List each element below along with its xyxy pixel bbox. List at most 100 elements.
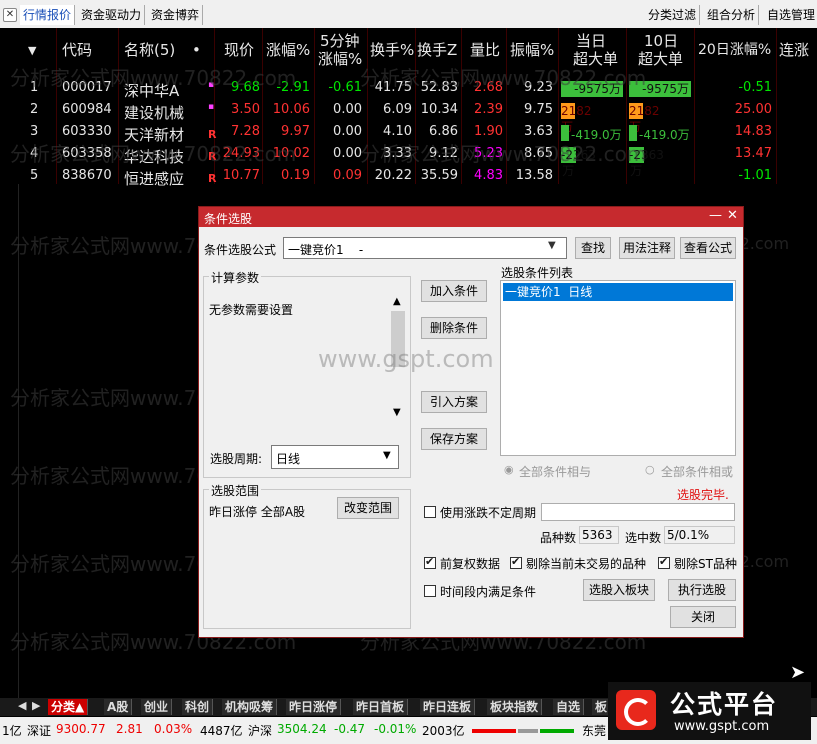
table-row[interactable]: 4 603358 华达科技 R 24.93 10.02 0.00 3.33 9.12 5.23 8.… xyxy=(18,144,817,178)
save-scheme-button[interactable]: 保存方案 xyxy=(421,428,487,450)
cell-ten: -419.0万 xyxy=(639,128,690,142)
radio-and-icon[interactable]: ◉ xyxy=(504,463,514,476)
close-icon[interactable]: ✕ xyxy=(727,208,738,223)
header-today-line1[interactable]: 当日 xyxy=(576,32,606,50)
header-code[interactable]: 代码 xyxy=(62,41,92,59)
cell-volratio: 2.68 xyxy=(474,80,503,95)
add-condition-button[interactable]: 加入条件 xyxy=(421,280,487,302)
period-value: 日线 xyxy=(276,452,301,466)
header-lian[interactable]: 连涨 xyxy=(779,41,809,59)
gspt-logo: 公式平台 www.gspt.com xyxy=(608,682,811,740)
header-amplitude[interactable]: 振幅% xyxy=(510,41,554,59)
dialog-titlebar[interactable]: 条件选股 — ✕ xyxy=(199,207,743,227)
header-name[interactable]: 名称(5) xyxy=(124,41,175,59)
btab-yesterday-consec[interactable]: 昨日连板 xyxy=(420,699,476,715)
header-pct20[interactable]: 20日涨幅% xyxy=(698,41,771,59)
arrow-right-icon[interactable]: ▶ xyxy=(32,699,40,712)
btab-institution[interactable]: 机构吸筹 xyxy=(222,699,278,715)
bar-ten: 2182万 xyxy=(629,103,660,134)
btab-yesterday-first[interactable]: 昨日首板 xyxy=(353,699,409,715)
cell-pct: 9.97 xyxy=(281,124,310,139)
status-right-text: 东莞 xyxy=(582,724,607,738)
radio-or-icon[interactable]: ○ xyxy=(645,463,655,476)
minimize-icon[interactable]: — xyxy=(709,208,722,223)
cell-turnover: 20.22 xyxy=(374,168,412,183)
header-ten-line1[interactable]: 10日 xyxy=(644,32,678,50)
tab-watchlist-mgmt[interactable]: 自选管理 xyxy=(764,5,817,25)
tab-capital-game[interactable]: 资金博弈 xyxy=(148,5,204,25)
cell-price: 9.68 xyxy=(231,80,260,95)
view-formula-button[interactable]: 查看公式 xyxy=(680,237,736,259)
condition-list[interactable]: 一键竞价1 日线 xyxy=(500,280,736,456)
close-icon[interactable]: ✕ xyxy=(3,8,17,22)
header-turnover[interactable]: 换手% xyxy=(370,41,414,59)
header-pct5-line2[interactable]: 涨幅% xyxy=(318,50,362,68)
uncertain-period-checkbox[interactable] xyxy=(424,506,436,518)
header-volratio[interactable]: 量比 xyxy=(470,41,500,59)
tab-combo-analysis[interactable]: 组合分析 xyxy=(704,5,760,25)
btab-ashare[interactable]: A股 xyxy=(104,699,133,715)
exclude-untraded-checkbox[interactable] xyxy=(510,555,522,569)
header-today-line2[interactable]: 超大单 xyxy=(573,50,618,68)
chevron-down-icon[interactable]: ▼ xyxy=(548,240,556,251)
bar-today: 2182万 xyxy=(561,103,592,134)
period-satisfy-checkbox[interactable] xyxy=(424,585,436,597)
tab-capital-drive[interactable]: 资金驱动力 xyxy=(78,5,146,25)
chevron-down-icon[interactable]: ▼ xyxy=(383,450,391,461)
close-button[interactable]: 关闭 xyxy=(670,606,736,628)
no-params-text: 无参数需要设置 xyxy=(209,303,294,317)
btab-sector-index[interactable]: 板块指数 xyxy=(487,699,543,715)
list-item[interactable]: 一键竞价1 日线 xyxy=(503,283,733,301)
btab-watchlist[interactable]: 自选 xyxy=(553,699,585,715)
scroll-up-icon[interactable]: ▲ xyxy=(393,296,401,307)
btab-yesterday-limitup[interactable]: 昨日涨停 xyxy=(286,699,342,715)
header-dot[interactable]: • xyxy=(192,41,201,59)
period-select[interactable]: 日线 ▼ xyxy=(271,445,399,469)
hs-pct: -0.01% xyxy=(374,722,417,736)
cell-pct5: 0.00 xyxy=(333,146,362,161)
cell-pct20: -0.51 xyxy=(738,80,772,95)
arrow-left-icon[interactable]: ◀ xyxy=(18,699,26,712)
bar-today: -2363万 xyxy=(561,147,596,178)
scroll-thumb[interactable] xyxy=(391,311,405,367)
exclude-st-checkbox[interactable] xyxy=(658,555,670,569)
scroll-down-icon[interactable]: ▼ xyxy=(393,407,401,418)
cell-pct5: -0.61 xyxy=(328,80,362,95)
cell-pct: 0.19 xyxy=(281,168,310,183)
table-row[interactable]: 5 838670 恒进感应 R 10.77 0.19 0.09 20.22 35.59 4.83 1… xyxy=(18,166,817,188)
cell-volratio: 5.23 xyxy=(474,146,503,161)
table-row[interactable]: 3 603330 天洋新材 R 7.28 9.97 0.00 4.10 6.86 1.90 3.63… xyxy=(18,122,817,144)
btab-chuangye[interactable]: 创业 xyxy=(141,699,173,715)
header-ten-line2[interactable]: 超大单 xyxy=(638,50,683,68)
find-button[interactable]: 查找 xyxy=(575,237,611,259)
execute-select-button[interactable]: 执行选股 xyxy=(668,579,736,601)
tab-filter[interactable]: 分类过滤 xyxy=(645,5,701,25)
uncertain-period-input[interactable] xyxy=(541,503,735,521)
header-pct[interactable]: 涨幅% xyxy=(266,41,310,59)
restore-checkbox[interactable] xyxy=(424,555,436,569)
table-row[interactable]: 2 600984 建设机械 ▪ 3.50 10.06 0.00 6.09 10.34 2.39 9.… xyxy=(18,100,817,134)
header-turnover-z[interactable]: 换手Z xyxy=(417,41,457,59)
cell-name: 建设机械 xyxy=(124,104,185,122)
cell-mark: R xyxy=(208,172,217,185)
delete-condition-button[interactable]: 删除条件 xyxy=(421,317,487,339)
btab-kechuang[interactable]: 科创 xyxy=(182,699,214,715)
change-range-button[interactable]: 改变范围 xyxy=(337,497,399,519)
params-scrollbar[interactable]: ▲ ▼ xyxy=(390,295,406,421)
cell-turnoverZ: 9.12 xyxy=(429,146,458,161)
to-block-button[interactable]: 选股入板块 xyxy=(583,579,655,601)
table-row[interactable]: 1 000017 深中华A ▪ 9.68 -2.91 -0.61 41.75 52.83 2.68… xyxy=(18,78,817,100)
import-scheme-button[interactable]: 引入方案 xyxy=(421,391,487,413)
hs-change: -0.47 xyxy=(334,722,366,736)
cell-mark: R xyxy=(208,128,217,141)
dialog-title: 条件选股 xyxy=(204,212,253,226)
usage-note-button[interactable]: 用法注释 xyxy=(619,237,675,259)
tab-quotes[interactable]: 行情报价 xyxy=(20,5,76,25)
header-pct5-line1[interactable]: 5分钟 xyxy=(320,32,360,50)
cell-name: 华达科技 xyxy=(124,148,185,166)
sort-arrow-icon[interactable]: ▼ xyxy=(28,42,36,60)
btab-category[interactable]: 分类▲ xyxy=(48,699,89,715)
header-price[interactable]: 现价 xyxy=(224,41,254,59)
formula-select[interactable]: 一键竞价1 - ▼ xyxy=(283,237,567,259)
cell-pct: 10.02 xyxy=(272,146,310,161)
